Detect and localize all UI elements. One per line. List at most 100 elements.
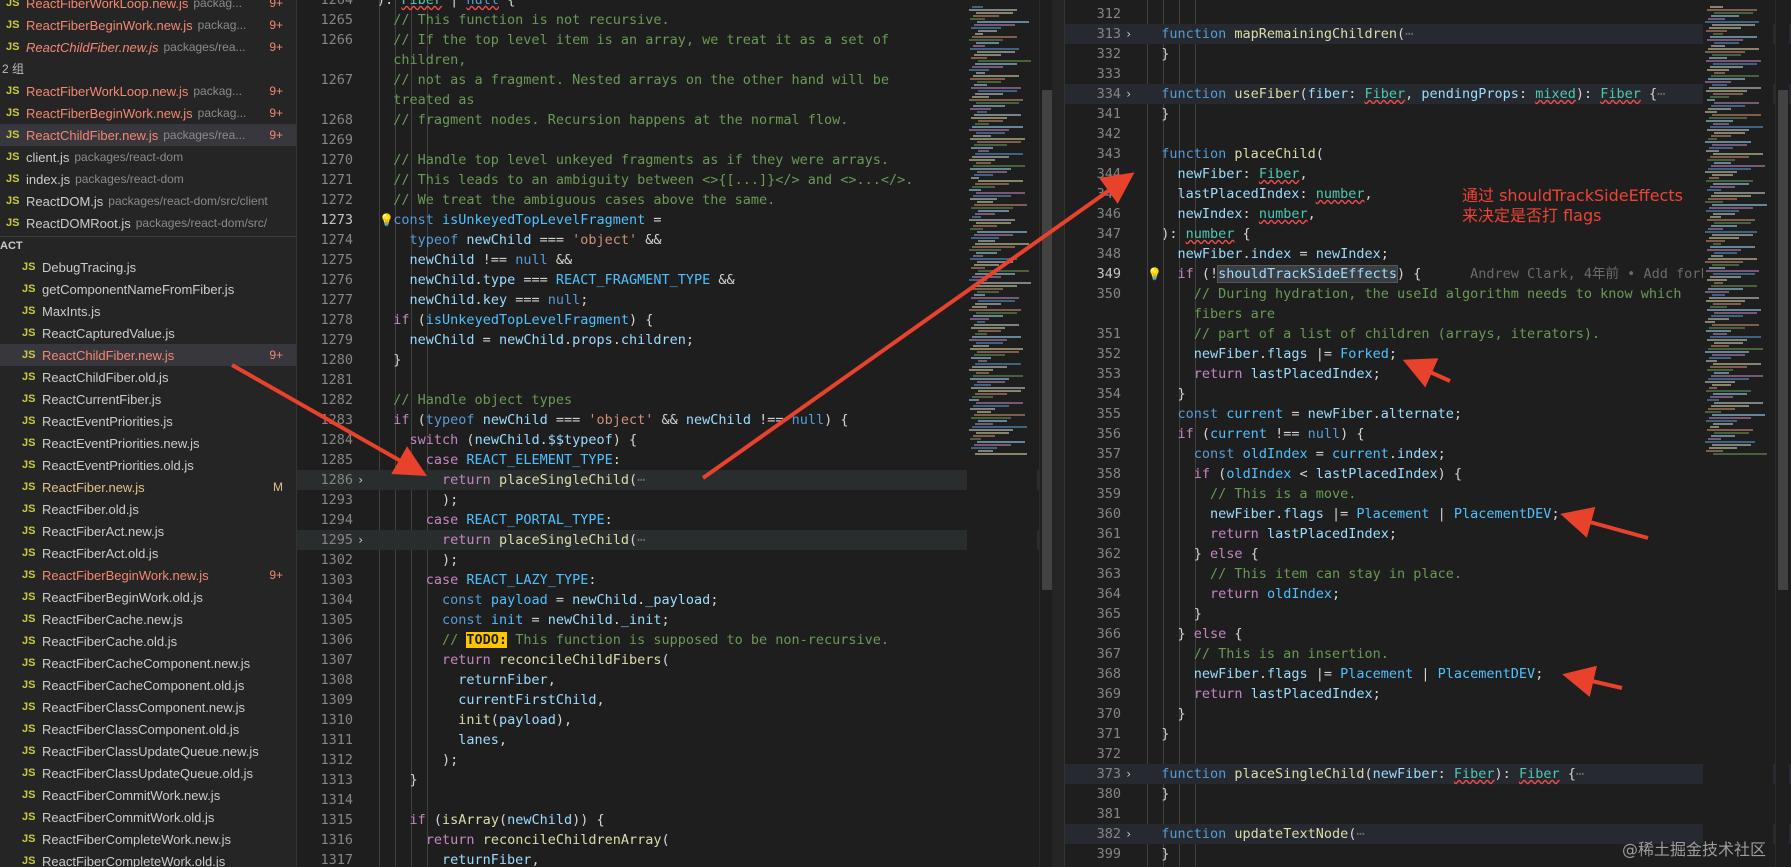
- code-line[interactable]: 1279 newChild = newChild.props.children;: [297, 330, 1052, 350]
- code-line[interactable]: 341 }: [1065, 104, 1791, 124]
- code-line[interactable]: 353 return lastPlacedIndex;: [1065, 364, 1791, 384]
- code-line[interactable]: 352 newFiber.flags |= Forked;: [1065, 344, 1791, 364]
- code-line[interactable]: 313 › function mapRemainingChildren(⋯: [1065, 24, 1791, 44]
- minimap[interactable]: [1703, 0, 1773, 867]
- code-line[interactable]: 359 // This is a move.: [1065, 484, 1791, 504]
- file-item[interactable]: JS index.js packages/react-dom: [0, 168, 296, 190]
- file-item[interactable]: JS ReactFiberCompleteWork.new.js: [0, 828, 296, 850]
- file-item[interactable]: JS ReactFiberWorkLoop.new.js packag... 9+: [0, 0, 296, 14]
- editor-right[interactable]: 312 313 › function mapRemainingChildren(⋯ 3…: [1064, 0, 1791, 867]
- file-item[interactable]: JS ReactChildFiber.new.js packages/rea... 9…: [0, 36, 296, 58]
- code-line[interactable]: 334 › function useFiber(fiber: Fiber, pen…: [1065, 84, 1791, 104]
- code-line[interactable]: 364 return oldIndex;: [1065, 584, 1791, 604]
- code-line[interactable]: 360 newFiber.flags |= Placement | Placem…: [1065, 504, 1791, 524]
- code-line[interactable]: 349 💡 if (!shouldTrackSideEffects) { Andr…: [1065, 264, 1791, 284]
- code-line[interactable]: 358 if (oldIndex < lastPlacedIndex) {: [1065, 464, 1791, 484]
- code-line[interactable]: 368 newFiber.flags |= Placement | Placem…: [1065, 664, 1791, 684]
- code-line[interactable]: 370 }: [1065, 704, 1791, 724]
- code-line[interactable]: 1309 currentFirstChild,: [297, 690, 1052, 710]
- file-item[interactable]: JS ReactFiber.new.js M: [0, 476, 296, 498]
- code-line[interactable]: 365 }: [1065, 604, 1791, 624]
- file-item[interactable]: JS ReactFiberCacheComponent.old.js: [0, 674, 296, 696]
- code-line[interactable]: 1278 if (isUnkeyedTopLevelFragment) {: [297, 310, 1052, 330]
- code-line[interactable]: 371 }: [1065, 724, 1791, 744]
- code-line[interactable]: 332 }: [1065, 44, 1791, 64]
- code-line[interactable]: 354 }: [1065, 384, 1791, 404]
- code-line[interactable]: 1272 // We treat the ambiguous cases abo…: [297, 190, 1052, 210]
- code-line[interactable]: 1271 // This leads to an ambiguity betwe…: [297, 170, 1052, 190]
- editor-left[interactable]: 1264): Fiber | null {1265 // This functi…: [296, 0, 1052, 867]
- code-line[interactable]: 1316 return reconcileChildrenArray(: [297, 830, 1052, 850]
- minimap[interactable]: [967, 0, 1037, 867]
- file-item[interactable]: JS ReactFiberClassComponent.new.js: [0, 696, 296, 718]
- code-line[interactable]: 1304 const payload = newChild._payload;: [297, 590, 1052, 610]
- code-line[interactable]: 366 } else {: [1065, 624, 1791, 644]
- code-line[interactable]: 1265 // This function is not recursive.: [297, 10, 1052, 30]
- file-item[interactable]: JS getComponentNameFromFiber.js: [0, 278, 296, 300]
- code-line[interactable]: 1312 );: [297, 750, 1052, 770]
- code-line[interactable]: 1270 // Handle top level unkeyed fragmen…: [297, 150, 1052, 170]
- fold-chevron-icon[interactable]: ›: [1125, 824, 1132, 844]
- code-line[interactable]: 369 return lastPlacedIndex;: [1065, 684, 1791, 704]
- file-item[interactable]: JS client.js packages/react-dom: [0, 146, 296, 168]
- file-item[interactable]: JS ReactChildFiber.old.js: [0, 366, 296, 388]
- code-line[interactable]: fibers are: [1065, 304, 1791, 324]
- code-line[interactable]: 356 if (current !== null) {: [1065, 424, 1791, 444]
- code-line[interactable]: 344 newFiber: Fiber,: [1065, 164, 1791, 184]
- code-line[interactable]: 1295 › return placeSingleChild(⋯: [297, 530, 1052, 550]
- file-item[interactable]: JS ReactFiberCache.new.js: [0, 608, 296, 630]
- file-item[interactable]: JS ReactFiberClassUpdateQueue.new.js: [0, 740, 296, 762]
- code-line[interactable]: 1277 newChild.key === null;: [297, 290, 1052, 310]
- code-line[interactable]: 1303 case REACT_LAZY_TYPE:: [297, 570, 1052, 590]
- code-line[interactable]: 361 return lastPlacedIndex;: [1065, 524, 1791, 544]
- code-line[interactable]: 355 const current = newFiber.alternate;: [1065, 404, 1791, 424]
- file-item[interactable]: JS ReactFiberBeginWork.new.js 9+: [0, 564, 296, 586]
- code-line[interactable]: 1308 returnFiber,: [297, 670, 1052, 690]
- code-line[interactable]: 1264): Fiber | null {: [297, 0, 1052, 10]
- file-item[interactable]: JS ReactFiberBeginWork.new.js packag... 9+: [0, 14, 296, 36]
- file-item[interactable]: JS ReactEventPriorities.old.js: [0, 454, 296, 476]
- code-line[interactable]: 333: [1065, 64, 1791, 84]
- file-item[interactable]: JS ReactChildFiber.new.js 9+: [0, 344, 296, 366]
- code-line[interactable]: 1307 return reconcileChildFibers(: [297, 650, 1052, 670]
- scrollbar-thumb[interactable]: [1778, 90, 1788, 590]
- file-item[interactable]: JS ReactFiberCommitWork.old.js: [0, 806, 296, 828]
- fold-chevron-icon[interactable]: ›: [357, 470, 364, 490]
- code-line[interactable]: treated as: [297, 90, 1052, 110]
- file-item[interactable]: JS ReactDOMRoot.js packages/react-dom/src/: [0, 212, 296, 234]
- file-item[interactable]: JS ReactFiberCommitWork.new.js: [0, 784, 296, 806]
- file-item[interactable]: JS ReactFiberAct.old.js: [0, 542, 296, 564]
- code-line[interactable]: 1285 case REACT_ELEMENT_TYPE:: [297, 450, 1052, 470]
- scrollbar-thumb[interactable]: [1042, 90, 1052, 590]
- file-item[interactable]: JS DebugTracing.js: [0, 256, 296, 278]
- scrollbar[interactable]: [1039, 0, 1052, 867]
- code-line[interactable]: 1281: [297, 370, 1052, 390]
- code-line[interactable]: 1284 switch (newChild.$$typeof) {: [297, 430, 1052, 450]
- code-line[interactable]: 348 newFiber.index = newIndex;: [1065, 244, 1791, 264]
- code-line[interactable]: 1269: [297, 130, 1052, 150]
- file-item[interactable]: JS ReactChildFiber.new.js packages/rea... 9…: [0, 124, 296, 146]
- code-line[interactable]: 1294 case REACT_PORTAL_TYPE:: [297, 510, 1052, 530]
- code-line[interactable]: 1280 }: [297, 350, 1052, 370]
- code-line[interactable]: 1274 typeof newChild === 'object' &&: [297, 230, 1052, 250]
- code-line[interactable]: 373 › function placeSingleChild(newFiber:…: [1065, 764, 1791, 784]
- editor-divider[interactable]: [1052, 0, 1064, 867]
- code-line[interactable]: 1266 // If the top level item is an arra…: [297, 30, 1052, 50]
- file-item[interactable]: JS ReactFiberWorkLoop.new.js packag... 9+: [0, 80, 296, 102]
- code-line[interactable]: 347 ): number {: [1065, 224, 1791, 244]
- code-line[interactable]: 350 // During hydration, the useId algor…: [1065, 284, 1791, 304]
- file-item[interactable]: JS ReactFiberClassUpdateQueue.old.js: [0, 762, 296, 784]
- code-line[interactable]: 367 // This is an insertion.: [1065, 644, 1791, 664]
- file-item[interactable]: JS ReactCurrentFiber.js: [0, 388, 296, 410]
- code-line[interactable]: 1310 init(payload),: [297, 710, 1052, 730]
- code-line[interactable]: 1268 // fragment nodes. Recursion happen…: [297, 110, 1052, 130]
- code-line[interactable]: 1306 // TODO: This function is supposed …: [297, 630, 1052, 650]
- code-line[interactable]: 1283 if (typeof newChild === 'object' &&…: [297, 410, 1052, 430]
- file-item[interactable]: JS MaxInts.js: [0, 300, 296, 322]
- file-item[interactable]: JS ReactFiberAct.new.js: [0, 520, 296, 542]
- code-line[interactable]: 351 // part of a list of children (array…: [1065, 324, 1791, 344]
- code-line[interactable]: 1276 newChild.type === REACT_FRAGMENT_TY…: [297, 270, 1052, 290]
- fold-chevron-icon[interactable]: ›: [1125, 24, 1132, 44]
- code-line[interactable]: 1286 › return placeSingleChild(⋯: [297, 470, 1052, 490]
- code-line[interactable]: 343 function placeChild(: [1065, 144, 1791, 164]
